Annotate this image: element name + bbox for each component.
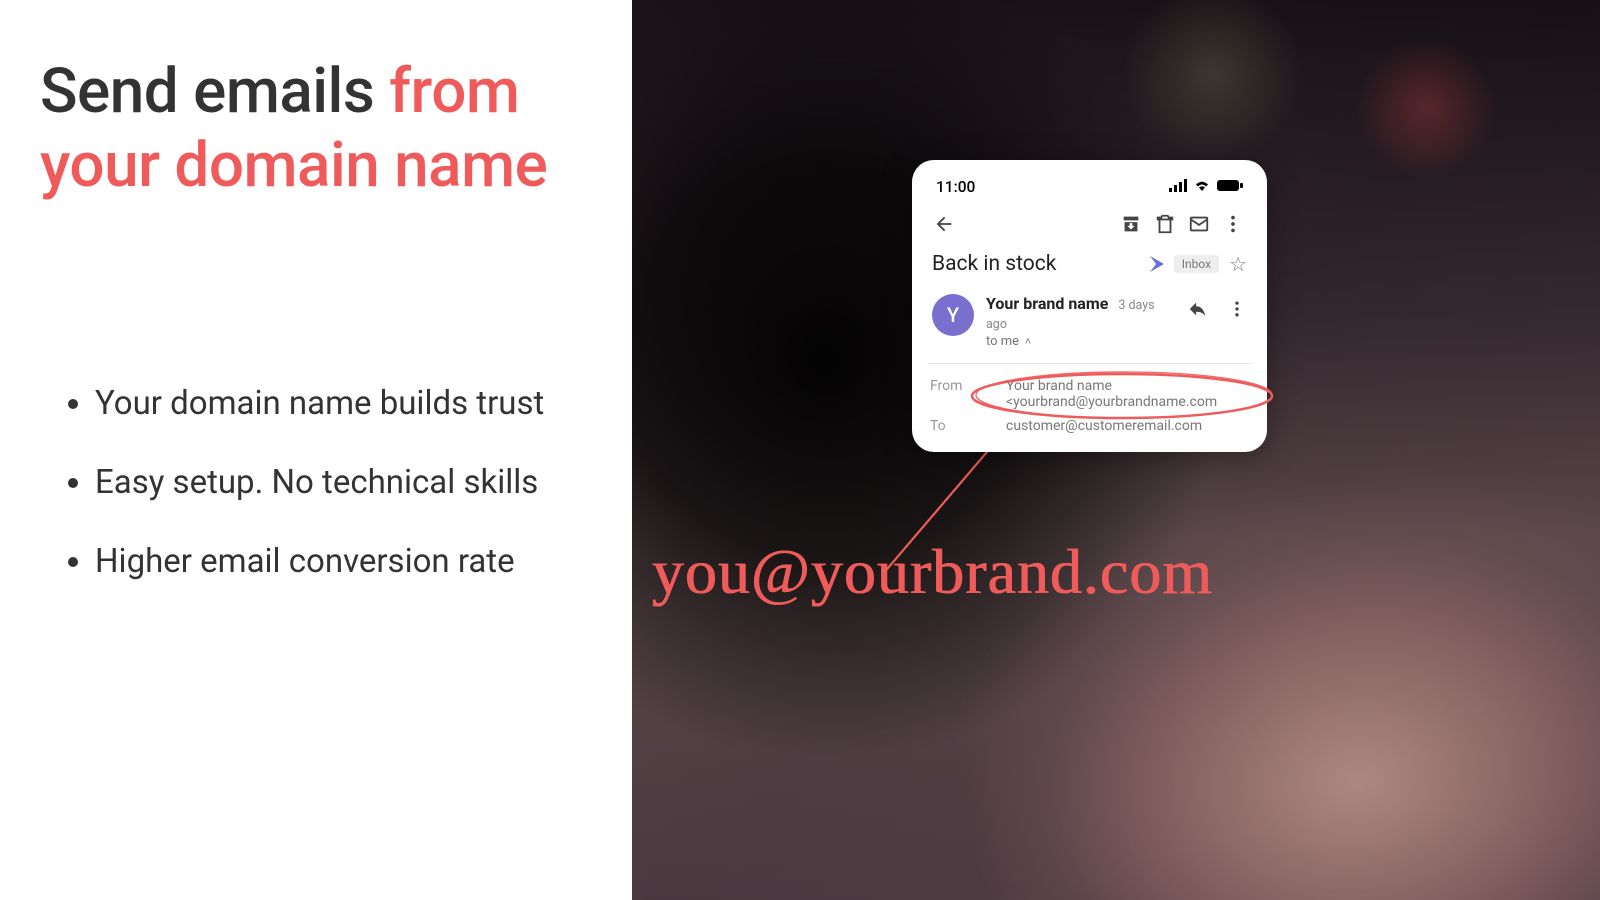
right-panel: 11:00 (632, 0, 1600, 900)
bullet-item: Easy setup. No technical skills (95, 463, 592, 502)
inbox-chip: Inbox (1174, 255, 1219, 273)
headline: Send emails from your domain name (40, 55, 592, 204)
more-vert-icon[interactable] (1227, 299, 1247, 323)
mail-icon[interactable] (1187, 212, 1211, 236)
bullet-item: Your domain name builds trust (95, 384, 592, 423)
left-panel: Send emails from your domain name Your d… (0, 0, 632, 900)
more-vert-icon[interactable] (1221, 212, 1245, 236)
reply-icon[interactable] (1187, 298, 1209, 324)
category-chevron-icon (1150, 256, 1164, 272)
avatar: Y (932, 294, 974, 336)
scribble-ellipse-annotation (967, 370, 1277, 422)
sender-info: Your brand name 3 days ago to me ˄ (986, 294, 1175, 349)
avatar-letter: Y (947, 303, 959, 327)
subject-row: Back in stock Inbox ☆ (928, 250, 1251, 290)
phone-statusbar: 11:00 (928, 176, 1251, 208)
headline-part1: Send emails (40, 55, 389, 128)
bullet-list: Your domain name builds trust Easy setup… (40, 384, 592, 581)
bullet-item: Higher email conversion rate (95, 542, 592, 581)
email-toolbar (928, 208, 1251, 250)
handwritten-email: you@yourbrand.com (652, 535, 1213, 609)
wifi-icon (1193, 178, 1211, 196)
star-icon[interactable]: ☆ (1229, 252, 1247, 276)
slide: Send emails from your domain name Your d… (0, 0, 1600, 900)
archive-icon[interactable] (1119, 212, 1143, 236)
to-me[interactable]: to me ˄ (986, 334, 1175, 349)
sender-actions (1187, 294, 1247, 324)
back-arrow-icon[interactable] (932, 212, 956, 236)
email-subject: Back in stock (932, 252, 1140, 276)
sender-row: Y Your brand name 3 days ago to me ˄ (928, 290, 1251, 361)
status-icons (1169, 178, 1243, 196)
to-me-label: to me (986, 334, 1019, 349)
signal-icon (1169, 178, 1187, 196)
chevron-down-icon: ˄ (1022, 335, 1031, 348)
status-time: 11:00 (936, 178, 975, 196)
trash-icon[interactable] (1153, 212, 1177, 236)
sender-name: Your brand name (986, 294, 1108, 313)
battery-icon (1217, 178, 1243, 196)
